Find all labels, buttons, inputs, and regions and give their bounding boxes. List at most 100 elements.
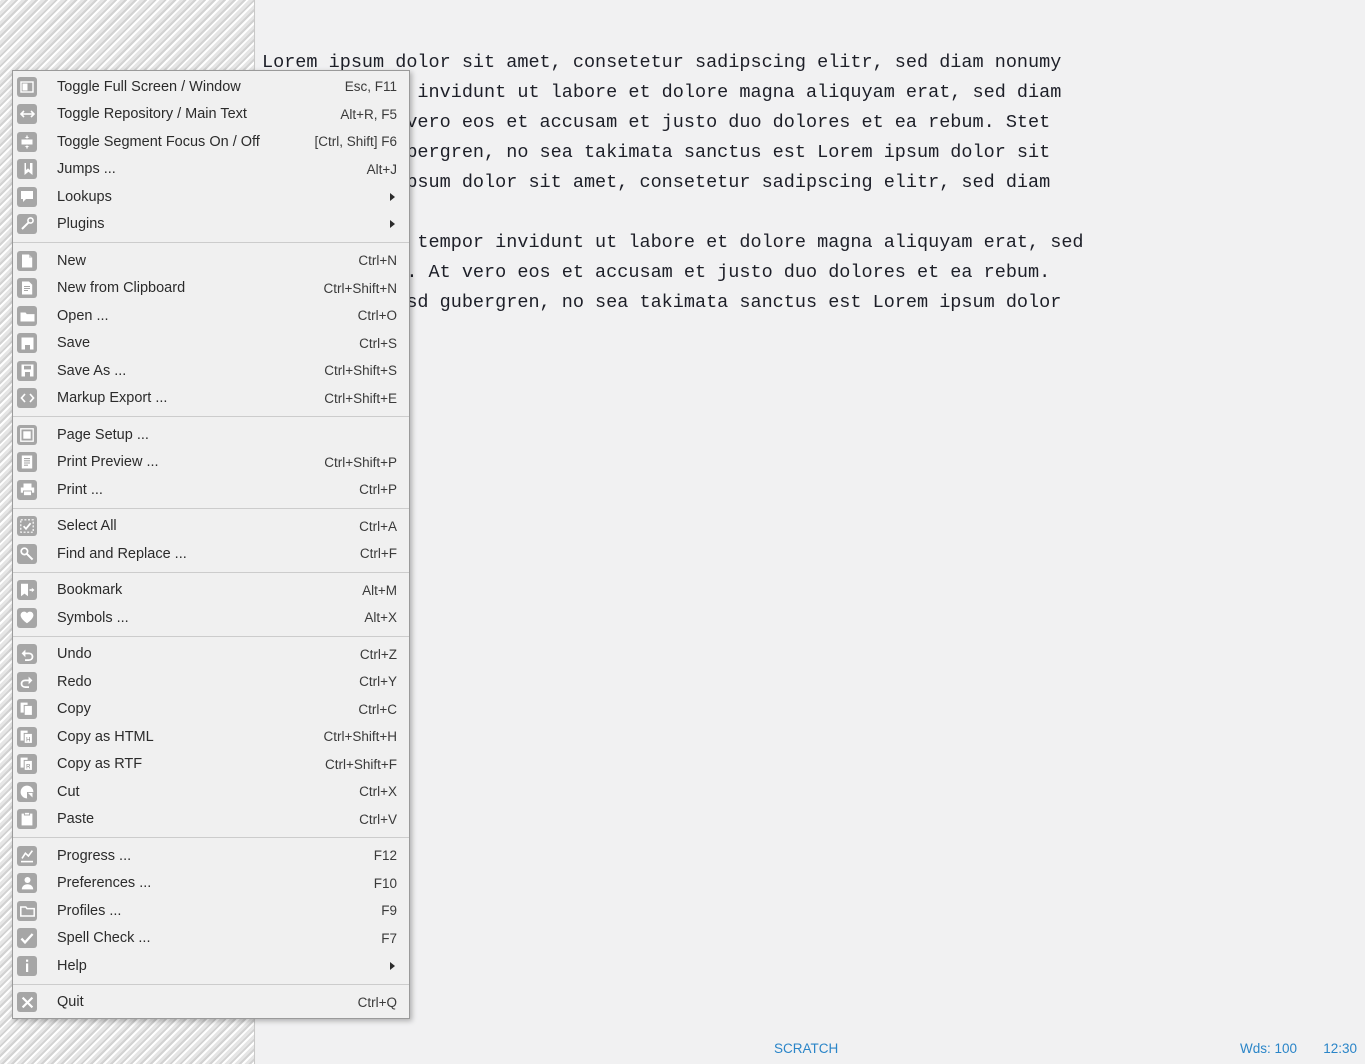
open-folder-icon xyxy=(17,305,37,326)
menu-group: Undo Ctrl+Z Redo Ctrl+Y Copy Ctrl+C H Copy as H… xyxy=(13,641,409,834)
menu-item-print-preview[interactable]: Print Preview ... Ctrl+Shift+P xyxy=(13,449,409,477)
menu-item-label: Toggle Segment Focus On / Off xyxy=(57,133,260,150)
status-word-count[interactable]: Wds: 100 xyxy=(1240,1041,1297,1056)
menu-item-profiles[interactable]: Profiles ... F9 xyxy=(13,897,409,925)
menu-item-toggle-full-screen-window[interactable]: Toggle Full Screen / Window Esc, F11 xyxy=(13,73,409,101)
menu-item-shortcut: Ctrl+S xyxy=(359,335,397,351)
menu-item-label: Save As ... xyxy=(57,362,127,379)
preferences-icon xyxy=(17,873,37,894)
menu-item-jumps[interactable]: Jumps ... Alt+J xyxy=(13,156,409,184)
menu-item-quit[interactable]: Quit Ctrl+Q xyxy=(13,989,409,1017)
help-icon xyxy=(17,955,37,976)
menu-item-copy-as-html[interactable]: H Copy as HTML Ctrl+Shift+H xyxy=(13,723,409,751)
menu-item-shortcut: Ctrl+O xyxy=(357,308,397,324)
status-document-name[interactable]: SCRATCH xyxy=(774,1041,838,1056)
cut-icon xyxy=(17,781,37,802)
document-page[interactable]: Lorem ipsum dolor sit amet, consetetur s… xyxy=(256,0,1365,1032)
menu-item-progress[interactable]: Progress ... F12 xyxy=(13,842,409,870)
menu-item-shortcut: Ctrl+P xyxy=(359,482,397,498)
copy-as-rtf-icon: R xyxy=(17,754,37,775)
menu-item-label: Cut xyxy=(57,783,80,800)
menu-item-shortcut: Ctrl+F xyxy=(359,546,397,562)
menu-item-paste[interactable]: Paste Ctrl+V xyxy=(13,806,409,834)
page-setup-icon xyxy=(17,424,37,445)
document-paragraph: nonumy eirmod tempor invidunt ut labore … xyxy=(262,232,1084,343)
menu-item-label: Spell Check ... xyxy=(57,930,151,947)
menu-item-page-setup[interactable]: Page Setup ... xyxy=(13,421,409,449)
menu-item-shortcut: Esc, F11 xyxy=(344,79,397,95)
toggle-full-screen-icon xyxy=(17,76,37,97)
context-menu[interactable]: Toggle Full Screen / Window Esc, F11 Toggl… xyxy=(12,70,410,1019)
menu-item-label: Toggle Full Screen / Window xyxy=(57,78,241,95)
status-clock[interactable]: 12:30 xyxy=(1323,1041,1357,1056)
find-and-replace-icon xyxy=(17,543,37,564)
menu-item-label: Profiles ... xyxy=(57,902,122,919)
toggle-segment-focus-icon xyxy=(17,131,37,152)
menu-item-plugins[interactable]: Plugins xyxy=(13,211,409,239)
menu-item-new[interactable]: New Ctrl+N xyxy=(13,247,409,275)
menu-item-open[interactable]: Open ... Ctrl+O xyxy=(13,302,409,330)
menu-item-label: Copy as RTF xyxy=(57,756,143,773)
menu-item-copy[interactable]: Copy Ctrl+C xyxy=(13,696,409,724)
menu-item-label: Print Preview ... xyxy=(57,454,159,471)
menu-item-lookups[interactable]: Lookups xyxy=(13,183,409,211)
menu-item-label: Bookmark xyxy=(57,582,123,599)
menu-item-print[interactable]: Print ... Ctrl+P xyxy=(13,476,409,504)
menu-separator xyxy=(13,571,409,573)
menu-item-new-from-clipboard[interactable]: New from Clipboard Ctrl+Shift+N xyxy=(13,275,409,303)
menu-item-redo[interactable]: Redo Ctrl+Y xyxy=(13,668,409,696)
menu-item-shortcut: Alt+M xyxy=(362,582,397,598)
menu-item-toggle-segment-focus-on-off[interactable]: Toggle Segment Focus On / Off [Ctrl, Shif… xyxy=(13,128,409,156)
menu-item-label: Copy xyxy=(57,701,91,718)
lookups-icon xyxy=(17,186,37,207)
menu-item-label: New xyxy=(57,252,87,269)
menu-item-save[interactable]: Save Ctrl+S xyxy=(13,330,409,358)
redo-icon xyxy=(17,671,37,692)
menu-item-cut[interactable]: Cut Ctrl+X xyxy=(13,778,409,806)
menu-item-label: Toggle Repository / Main Text xyxy=(57,106,247,123)
menu-item-find-and-replace[interactable]: Find and Replace ... Ctrl+F xyxy=(13,540,409,568)
menu-item-select-all[interactable]: Select All Ctrl+A xyxy=(13,513,409,541)
menu-item-preferences[interactable]: Preferences ... F10 xyxy=(13,870,409,898)
menu-item-undo[interactable]: Undo Ctrl+Z xyxy=(13,641,409,669)
menu-item-label: Jumps ... xyxy=(57,161,116,178)
menu-item-shortcut: Ctrl+V xyxy=(359,811,397,827)
menu-item-label: Save xyxy=(57,335,91,352)
menu-group: Page Setup ... Print Preview ... Ctrl+Shif… xyxy=(13,421,409,504)
svg-text:R: R xyxy=(26,765,31,771)
menu-item-shortcut: Ctrl+A xyxy=(359,518,397,534)
jumps-icon xyxy=(17,159,37,180)
chevron-right-icon xyxy=(390,961,395,970)
menu-item-label: Progress ... xyxy=(57,847,132,864)
spell-check-icon xyxy=(17,928,37,949)
menu-group: Select All Ctrl+A Find and Replace ... Ctrl… xyxy=(13,513,409,568)
print-icon xyxy=(17,479,37,500)
menu-item-label: Open ... xyxy=(57,307,109,324)
menu-item-spell-check[interactable]: Spell Check ... F7 xyxy=(13,925,409,953)
menu-item-shortcut: Ctrl+Shift+S xyxy=(324,363,397,379)
copy-icon xyxy=(17,699,37,720)
menu-separator xyxy=(13,983,409,985)
menu-item-shortcut: Ctrl+Y xyxy=(359,674,397,690)
menu-item-shortcut: Alt+R, F5 xyxy=(340,106,397,122)
document-text[interactable]: Lorem ipsum dolor sit amet, consetetur s… xyxy=(256,48,1365,348)
menu-item-symbols[interactable]: Symbols ... Alt+X xyxy=(13,604,409,632)
paste-icon xyxy=(17,809,37,830)
menu-item-markup-export[interactable]: Markup Export ... Ctrl+Shift+E xyxy=(13,385,409,413)
menu-item-shortcut: Ctrl+Shift+F xyxy=(324,756,397,772)
chevron-right-icon xyxy=(390,192,395,201)
new-from-clipboard-icon xyxy=(17,278,37,299)
menu-group: Progress ... F12 Preferences ... F10 Profile… xyxy=(13,842,409,980)
menu-item-save-as[interactable]: Save As ... Ctrl+Shift+S xyxy=(13,357,409,385)
menu-item-label: Lookups xyxy=(57,188,112,205)
menu-separator xyxy=(13,416,409,417)
menu-item-shortcut: Alt+J xyxy=(366,161,397,177)
menu-item-bookmark[interactable]: Bookmark Alt+M xyxy=(13,577,409,605)
chevron-right-icon xyxy=(390,220,395,229)
menu-item-label: Quit xyxy=(57,994,84,1011)
save-icon xyxy=(17,333,37,354)
menu-item-toggle-repository-main-text[interactable]: Toggle Repository / Main Text Alt+R, F5 xyxy=(13,101,409,129)
menu-item-label: Select All xyxy=(57,518,117,535)
menu-item-copy-as-rtf[interactable]: R Copy as RTF Ctrl+Shift+F xyxy=(13,751,409,779)
menu-item-help[interactable]: Help xyxy=(13,952,409,980)
